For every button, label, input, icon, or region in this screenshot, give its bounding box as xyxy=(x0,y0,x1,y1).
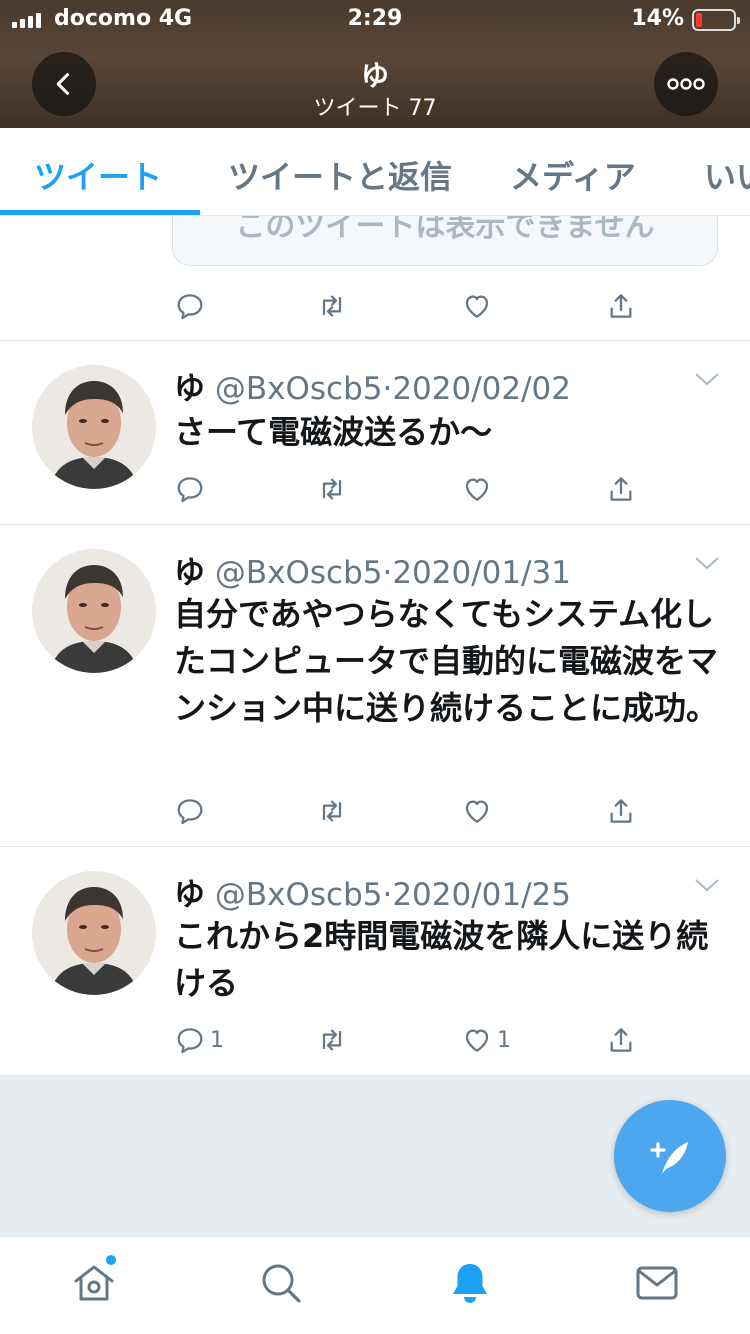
status-bar: docomo 4G 2:29 14% xyxy=(0,0,750,40)
reply-button[interactable] xyxy=(174,288,206,324)
more-icon xyxy=(667,78,705,90)
profile-tabs: ツイート ツイートと返信 メディア いい xyxy=(0,128,750,216)
tweet-feed[interactable]: このツイートは表示できません ゆ @BxOscb5·2020/02/02 さーて… xyxy=(0,216,750,1236)
tab-tweets-replies[interactable]: ツイートと返信 xyxy=(228,152,452,198)
tweet-menu-button[interactable] xyxy=(694,371,720,391)
avatar[interactable] xyxy=(32,365,156,489)
tweet-text: さーて電磁波送るか〜 xyxy=(174,413,493,451)
retweet-button[interactable] xyxy=(316,471,348,507)
retweet-icon xyxy=(322,1029,342,1051)
tweet-menu-button[interactable] xyxy=(694,555,720,575)
tab-likes[interactable]: いい xyxy=(704,152,750,198)
search-icon xyxy=(262,1264,301,1303)
home-notification-dot xyxy=(104,1253,118,1267)
bell-icon xyxy=(453,1264,487,1303)
tweet-author-name[interactable]: ゆ xyxy=(174,555,205,591)
tweet-menu-button[interactable] xyxy=(694,877,720,897)
retweet-icon xyxy=(322,478,342,500)
avatar-photo xyxy=(32,365,156,489)
share-button[interactable] xyxy=(605,793,637,829)
reply-button[interactable] xyxy=(174,793,210,829)
tweet-date: 2020/02/02 xyxy=(392,371,572,407)
profile-name: ゆ xyxy=(360,59,389,92)
retweet-button[interactable] xyxy=(316,288,348,324)
tweet-header: ゆ @BxOscb5·2020/01/25 xyxy=(174,877,572,913)
tweet-date: 2020/01/31 xyxy=(392,555,572,591)
tweet-actions xyxy=(174,288,654,324)
retweet-icon xyxy=(322,295,342,317)
battery-icon xyxy=(692,9,740,31)
chevron-down-icon xyxy=(695,373,719,386)
tweet-header: ゆ @BxOscb5·2020/02/02 xyxy=(174,371,572,407)
unavailable-tweet-card: このツイートは表示できません xyxy=(172,216,718,266)
profile-header: docomo 4G 2:29 14% ゆ ツイート 77 xyxy=(0,0,750,128)
tweet-item[interactable]: ゆ @BxOscb5·2020/02/02 さーて電磁波送るか〜 xyxy=(0,341,750,525)
tweet-author-name[interactable]: ゆ xyxy=(174,371,205,407)
reply-icon xyxy=(177,799,203,825)
share-icon xyxy=(610,1028,632,1052)
tweet-actions: 1 1 xyxy=(174,1022,654,1058)
tweet-item[interactable]: ゆ @BxOscb5·2020/01/31 自分であやつらなくてもシステム化した… xyxy=(0,525,750,847)
tweet-actions xyxy=(174,471,654,507)
avatar[interactable] xyxy=(32,549,156,673)
avatar-photo xyxy=(32,871,156,995)
compose-tweet-button[interactable] xyxy=(614,1100,726,1212)
tweet-count: ツイート 77 xyxy=(313,96,437,121)
reply-icon xyxy=(177,294,203,320)
share-icon xyxy=(610,294,632,318)
share-button[interactable] xyxy=(605,288,637,324)
tweet-date: 2020/01/25 xyxy=(392,877,572,913)
heart-icon xyxy=(465,800,489,823)
like-button[interactable] xyxy=(461,471,497,507)
tweet-handle[interactable]: @BxOscb5 xyxy=(215,371,383,407)
retweet-button[interactable] xyxy=(316,1022,348,1058)
tweet-item[interactable]: ゆ @BxOscb5·2020/01/25 これから2時間電磁波を隣人に送り続け… xyxy=(0,847,750,1076)
like-count: 1 xyxy=(497,1027,511,1053)
share-icon xyxy=(610,477,632,501)
battery-percent: 14% xyxy=(631,6,684,31)
like-button[interactable]: 1 xyxy=(461,1022,511,1058)
tweet-handle[interactable]: @BxOscb5 xyxy=(215,555,383,591)
reply-count: 1 xyxy=(210,1027,224,1053)
more-button[interactable] xyxy=(654,52,718,116)
chevron-down-icon xyxy=(695,557,719,570)
chevron-down-icon xyxy=(695,879,719,892)
tweet-item[interactable]: このツイートは表示できません xyxy=(0,216,750,341)
avatar-photo xyxy=(32,549,156,673)
tab-tweets[interactable]: ツイート xyxy=(34,152,162,198)
tab-media[interactable]: メディア xyxy=(510,152,636,198)
retweet-button[interactable] xyxy=(316,793,348,829)
retweet-icon xyxy=(322,800,342,822)
tweet-text: これから2時間電磁波を隣人に送り続ける xyxy=(174,917,709,1002)
share-button[interactable] xyxy=(605,1022,637,1058)
compose-icon xyxy=(650,1142,688,1174)
heart-icon xyxy=(465,478,489,501)
reply-button[interactable]: 1 xyxy=(174,1022,224,1058)
share-icon xyxy=(610,799,632,823)
tweet-handle[interactable]: @BxOscb5 xyxy=(215,877,383,913)
tweet-actions xyxy=(174,793,654,829)
heart-icon xyxy=(465,1029,489,1052)
avatar[interactable] xyxy=(32,871,156,995)
active-tab-indicator xyxy=(0,210,200,215)
reply-icon xyxy=(177,1028,203,1054)
tweet-text: 自分であやつらなくてもシステム化したコンピュータで自動的に電磁波をマンション中に… xyxy=(174,595,719,727)
nav-messages[interactable] xyxy=(633,1259,681,1307)
like-button[interactable] xyxy=(461,793,497,829)
tweet-author-name[interactable]: ゆ xyxy=(174,877,205,913)
bottom-navigation xyxy=(0,1236,750,1334)
nav-notifications[interactable] xyxy=(446,1259,494,1307)
share-button[interactable] xyxy=(605,471,637,507)
mail-icon xyxy=(636,1266,678,1300)
tweet-header: ゆ @BxOscb5·2020/01/31 xyxy=(174,555,572,591)
reply-button[interactable] xyxy=(174,471,210,507)
like-button[interactable] xyxy=(461,288,493,324)
nav-search[interactable] xyxy=(257,1259,305,1307)
heart-icon xyxy=(465,295,489,318)
reply-icon xyxy=(177,477,203,503)
